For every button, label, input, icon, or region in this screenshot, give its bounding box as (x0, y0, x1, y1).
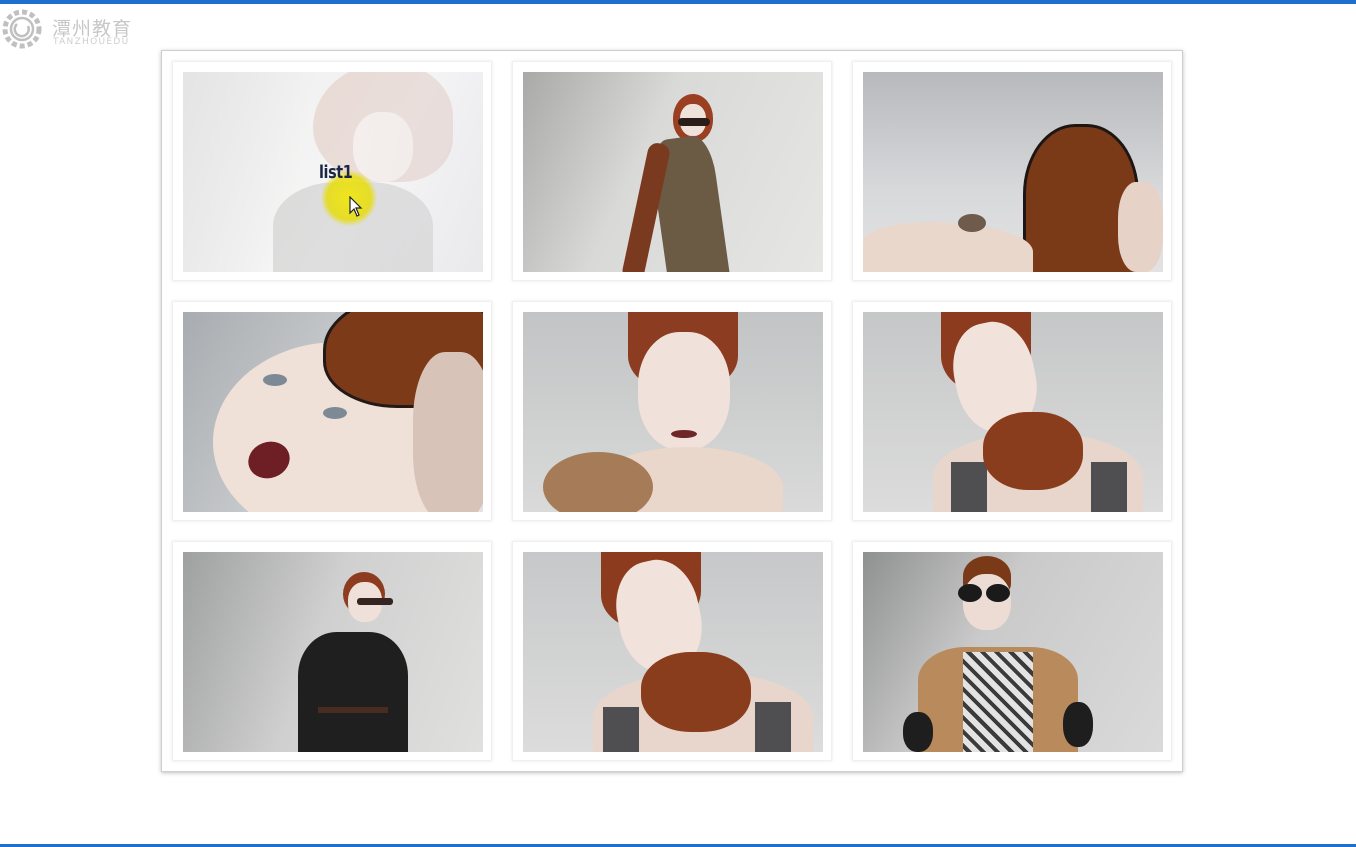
gear-logo-icon (2, 9, 42, 49)
tanzhou-logo: 潭州教育 TANZHOUEDU (0, 6, 150, 52)
fashion-photo-9[interactable] (863, 552, 1163, 752)
fashion-photo-3[interactable] (863, 72, 1163, 272)
fashion-photo-7[interactable] (183, 552, 483, 752)
gallery-item-list2[interactable] (512, 61, 832, 281)
fashion-photo-4[interactable] (183, 312, 483, 512)
hover-caption: list1 (319, 162, 353, 183)
gallery-item-list5[interactable] (512, 301, 832, 521)
fashion-photo-5[interactable] (523, 312, 823, 512)
photo-gallery: list1 (161, 50, 1183, 772)
gallery-item-list7[interactable] (172, 541, 492, 761)
gallery-item-list8[interactable] (512, 541, 832, 761)
mouse-pointer-icon (349, 196, 363, 217)
top-accent-bar (0, 0, 1356, 4)
fashion-photo-1[interactable]: list1 (183, 72, 483, 272)
gallery-item-list3[interactable] (852, 61, 1172, 281)
fashion-photo-2[interactable] (523, 72, 823, 272)
logo-text-en: TANZHOUEDU (53, 37, 130, 47)
fashion-photo-8[interactable] (523, 552, 823, 752)
gallery-item-list6[interactable] (852, 301, 1172, 521)
gallery-item-list1[interactable]: list1 (172, 61, 492, 281)
gallery-item-list9[interactable] (852, 541, 1172, 761)
gallery-item-list4[interactable] (172, 301, 492, 521)
fashion-photo-6[interactable] (863, 312, 1163, 512)
